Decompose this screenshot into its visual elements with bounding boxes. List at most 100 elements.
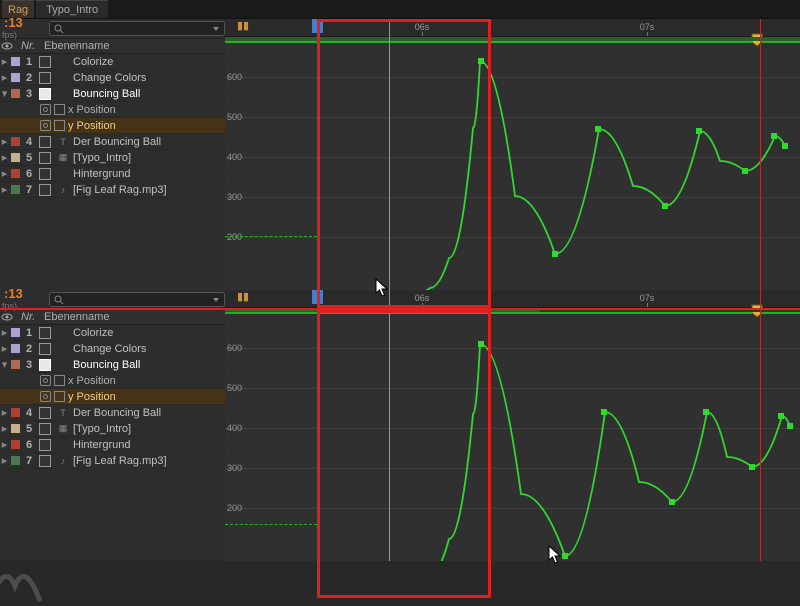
- keyframe-handle[interactable]: [662, 203, 668, 209]
- workarea-start-marker[interactable]: ▮▮: [237, 19, 249, 32]
- graph-toggle-icon[interactable]: [54, 375, 65, 386]
- expand-toggle-icon[interactable]: ▸: [0, 151, 9, 164]
- cti-head[interactable]: [312, 19, 323, 33]
- layer-name[interactable]: Der Bouncing Ball: [72, 136, 161, 148]
- layer-name[interactable]: Der Bouncing Ball: [72, 407, 161, 419]
- layer-color-swatch[interactable]: [11, 328, 20, 337]
- value-curve[interactable]: [225, 314, 800, 561]
- layer-color-swatch[interactable]: [11, 89, 20, 98]
- search-input[interactable]: [49, 292, 225, 307]
- keyframe-handle[interactable]: [782, 143, 788, 149]
- layer-source-swatch[interactable]: [39, 56, 51, 68]
- layer-row[interactable]: ▸7♪[Fig Leaf Rag.mp3]: [0, 453, 225, 469]
- layer-source-swatch[interactable]: [39, 184, 51, 196]
- layer-name[interactable]: Colorize: [72, 56, 113, 68]
- layer-name[interactable]: Change Colors: [72, 343, 146, 355]
- keyframe-handle[interactable]: [562, 553, 568, 559]
- layer-color-swatch[interactable]: [11, 360, 20, 369]
- layer-row[interactable]: ▸5▦[Typo_Intro]: [0, 421, 225, 437]
- stopwatch-icon[interactable]: [40, 391, 51, 402]
- layer-source-swatch[interactable]: [39, 423, 51, 435]
- workarea-start-marker[interactable]: ▮▮: [237, 290, 249, 303]
- layer-color-swatch[interactable]: [11, 185, 20, 194]
- graph-editor-bottom[interactable]: ▮▮ 06s 07s 600500400300200: [225, 290, 800, 561]
- expand-toggle-icon[interactable]: ▾: [0, 358, 9, 371]
- layer-source-swatch[interactable]: [39, 327, 51, 339]
- layer-source-swatch[interactable]: [39, 88, 51, 100]
- expand-toggle-icon[interactable]: ▸: [0, 438, 9, 451]
- layer-name[interactable]: Bouncing Ball: [72, 359, 140, 371]
- layer-row[interactable]: ▸1Colorize: [0, 325, 225, 341]
- layer-source-swatch[interactable]: [39, 407, 51, 419]
- layer-source-swatch[interactable]: [39, 455, 51, 467]
- property-row-y-position[interactable]: y Position: [0, 389, 225, 405]
- expand-toggle-icon[interactable]: ▸: [0, 406, 9, 419]
- keyframe-handle[interactable]: [749, 464, 755, 470]
- layer-source-swatch[interactable]: [39, 343, 51, 355]
- layer-color-swatch[interactable]: [11, 456, 20, 465]
- stopwatch-icon[interactable]: [40, 375, 51, 386]
- keyframe-handle[interactable]: [696, 128, 702, 134]
- layer-source-swatch[interactable]: [39, 152, 51, 164]
- current-time[interactable]: :13fps): [0, 17, 31, 40]
- layer-color-swatch[interactable]: [11, 153, 20, 162]
- layer-name[interactable]: Bouncing Ball: [72, 88, 140, 100]
- layer-color-swatch[interactable]: [11, 440, 20, 449]
- layer-name[interactable]: Change Colors: [72, 72, 146, 84]
- keyframe-handle[interactable]: [601, 409, 607, 415]
- layer-color-swatch[interactable]: [11, 344, 20, 353]
- expand-toggle-icon[interactable]: ▸: [0, 326, 9, 339]
- expand-toggle-icon[interactable]: ▾: [0, 87, 9, 100]
- current-time-indicator[interactable]: [317, 19, 318, 290]
- expand-toggle-icon[interactable]: ▸: [0, 135, 9, 148]
- layer-row[interactable]: ▸5▦[Typo_Intro]: [0, 150, 225, 166]
- layer-row[interactable]: ▸6Hintergrund: [0, 166, 225, 182]
- keyframe-handle[interactable]: [552, 251, 558, 257]
- graph-toggle-icon[interactable]: [54, 391, 65, 402]
- layer-row[interactable]: ▸2Change Colors: [0, 341, 225, 357]
- layer-color-swatch[interactable]: [11, 424, 20, 433]
- layer-row[interactable]: ▸7♪[Fig Leaf Rag.mp3]: [0, 182, 225, 198]
- layer-name[interactable]: Hintergrund: [72, 439, 130, 451]
- layer-source-swatch[interactable]: [39, 168, 51, 180]
- layer-color-swatch[interactable]: [11, 408, 20, 417]
- value-curve[interactable]: [225, 43, 800, 290]
- expand-toggle-icon[interactable]: ▸: [0, 55, 9, 68]
- layer-row[interactable]: ▸1Colorize: [0, 54, 225, 70]
- layer-color-swatch[interactable]: [11, 57, 20, 66]
- layer-source-swatch[interactable]: [39, 136, 51, 148]
- layer-row[interactable]: ▸2Change Colors: [0, 70, 225, 86]
- expand-toggle-icon[interactable]: ▸: [0, 454, 9, 467]
- layer-source-swatch[interactable]: [39, 359, 51, 371]
- stopwatch-icon[interactable]: [40, 120, 51, 131]
- layer-color-swatch[interactable]: [11, 137, 20, 146]
- tab-typo-intro[interactable]: Typo_Intro: [36, 0, 108, 18]
- layer-color-swatch[interactable]: [11, 73, 20, 82]
- cti-head[interactable]: [312, 290, 323, 304]
- layer-row[interactable]: ▸6Hintergrund: [0, 437, 225, 453]
- search-input[interactable]: [49, 21, 225, 36]
- layer-color-swatch[interactable]: [11, 169, 20, 178]
- keyframe-handle[interactable]: [778, 413, 784, 419]
- layer-name[interactable]: Colorize: [72, 327, 113, 339]
- layer-source-swatch[interactable]: [39, 72, 51, 84]
- keyframe-handle[interactable]: [703, 409, 709, 415]
- keyframe-handle[interactable]: [669, 499, 675, 505]
- keyframe-handle[interactable]: [742, 168, 748, 174]
- layer-name[interactable]: [Fig Leaf Rag.mp3]: [72, 455, 167, 467]
- expand-toggle-icon[interactable]: ▸: [0, 167, 9, 180]
- expand-toggle-icon[interactable]: ▸: [0, 183, 9, 196]
- expand-toggle-icon[interactable]: ▸: [0, 422, 9, 435]
- graph-editor-top[interactable]: ▮▮ 06s 07s 600500400300200: [225, 19, 800, 290]
- keyframe-handle[interactable]: [478, 341, 484, 347]
- layer-name[interactable]: [Typo_Intro]: [72, 423, 131, 435]
- stopwatch-icon[interactable]: [40, 104, 51, 115]
- layer-row[interactable]: ▾3Bouncing Ball: [0, 86, 225, 102]
- property-row-y-position[interactable]: y Position: [0, 118, 225, 134]
- layer-row[interactable]: ▸4TDer Bouncing Ball: [0, 134, 225, 150]
- layer-row[interactable]: ▾3Bouncing Ball: [0, 357, 225, 373]
- graph-toggle-icon[interactable]: [54, 104, 65, 115]
- graph-toggle-icon[interactable]: [54, 120, 65, 131]
- expand-toggle-icon[interactable]: ▸: [0, 342, 9, 355]
- keyframe-handle[interactable]: [771, 133, 777, 139]
